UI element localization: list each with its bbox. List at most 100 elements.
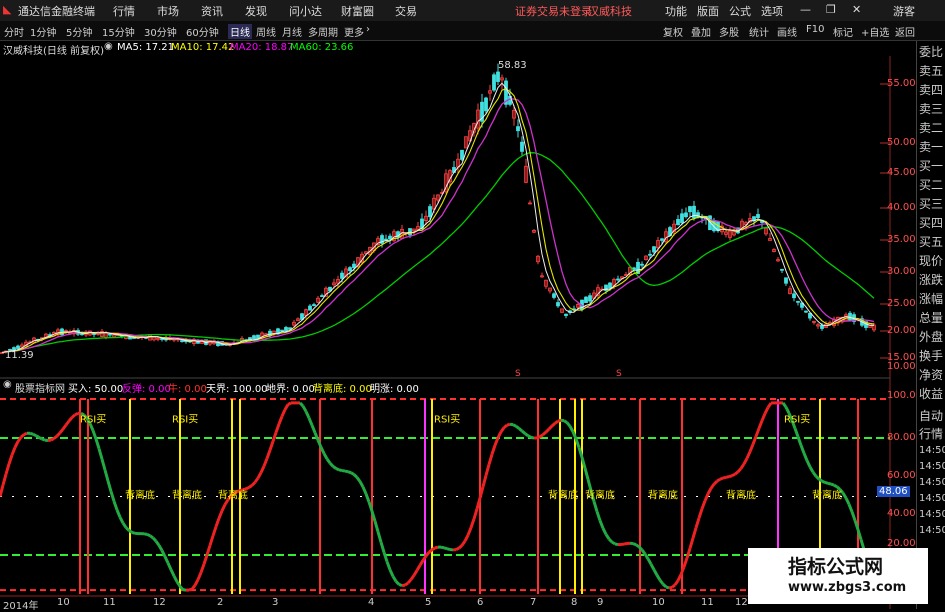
main-y-axis: 55.00 50.00 45.00 40.00 35.00 30.00 25.0… bbox=[887, 56, 917, 376]
menu-formula[interactable]: 公式 bbox=[729, 3, 751, 19]
period-60min[interactable]: 60分钟 bbox=[186, 24, 219, 39]
tick-time: 14:50 bbox=[919, 445, 945, 456]
period-multi[interactable]: 多周期 bbox=[308, 24, 338, 39]
date-tick: 10 bbox=[652, 597, 665, 608]
y-tick: 80.00 bbox=[887, 432, 916, 443]
panel-label: 总量 bbox=[919, 309, 943, 326]
divergence-label: 背离底 bbox=[585, 488, 615, 501]
indicator-annotations: RSI买RSI买RSI买RSI买背离底背离底背离底背离底背离底背离底背离底背离底 bbox=[80, 413, 842, 501]
menu-quotes[interactable]: 行情 bbox=[113, 3, 135, 19]
panel-label: 买三 bbox=[919, 195, 943, 212]
ma10-line bbox=[2, 89, 874, 353]
panel-label: 买四 bbox=[919, 214, 943, 231]
back-button[interactable]: 返回 bbox=[895, 24, 915, 39]
candlestick-series bbox=[1, 64, 876, 354]
y-tick: 35.00 bbox=[887, 234, 916, 245]
settings-circle-icon[interactable]: ◉ bbox=[104, 41, 113, 52]
date-tick: 7 bbox=[530, 597, 536, 608]
guest-label[interactable]: 游客 bbox=[893, 3, 915, 19]
add-watchlist-button[interactable]: +自选 bbox=[861, 24, 889, 39]
ma10-label: MA10: 17.42 bbox=[171, 42, 234, 53]
divergence-label: 背离底 bbox=[218, 488, 248, 501]
quote-side-panel: 委比 卖五 卖四 卖三 卖二 卖一 买一 买二 买三 买四 买五 现价 涨跌 涨… bbox=[916, 41, 945, 609]
period-30min[interactable]: 30分钟 bbox=[144, 24, 177, 39]
menu-ask[interactable]: 问小达 bbox=[289, 3, 322, 19]
period-weekly[interactable]: 周线 bbox=[256, 24, 276, 39]
date-tick: 3 bbox=[272, 597, 278, 608]
rsi-buy-label: RSI买 bbox=[80, 413, 106, 425]
period-1min[interactable]: 1分钟 bbox=[30, 24, 56, 39]
panel-label: 买一 bbox=[919, 157, 943, 174]
tick-time: 14:50 bbox=[919, 525, 945, 536]
period-monthly[interactable]: 月线 bbox=[282, 24, 302, 39]
adjust-button[interactable]: 复权 bbox=[663, 24, 683, 39]
ma20-label: MA20: 18.87 bbox=[230, 42, 293, 53]
panel-label: 净资 bbox=[919, 366, 943, 383]
panel-label: 卖五 bbox=[919, 62, 943, 79]
menu-discover[interactable]: 发现 bbox=[245, 3, 267, 19]
overlay-button[interactable]: 叠加 bbox=[691, 24, 711, 39]
chart-canvas[interactable]: 58.83 11.39 S S RSI买RSI买RSI买RSI买背离底背离底背离… bbox=[0, 56, 916, 609]
date-tick: 2014年 bbox=[3, 597, 38, 612]
y-tick: 20.00 bbox=[887, 325, 916, 336]
divergence-label: 背离底 bbox=[726, 488, 756, 501]
date-tick: 11 bbox=[103, 597, 116, 608]
price-high-label: 58.83 bbox=[498, 60, 527, 71]
tick-time: 14:50 bbox=[919, 461, 945, 472]
period-more[interactable]: 更多 bbox=[344, 24, 364, 39]
multi-stock-button[interactable]: 多股 bbox=[719, 24, 739, 39]
menu-trade[interactable]: 交易 bbox=[395, 3, 417, 19]
menu-news[interactable]: 资讯 bbox=[201, 3, 223, 19]
menu-function[interactable]: 功能 bbox=[665, 3, 687, 19]
indicator-y-axis: 100.0 80.00 60.00 40.00 20.00 48.06 bbox=[887, 390, 917, 550]
period-15min[interactable]: 15分钟 bbox=[102, 24, 135, 39]
minimize-icon[interactable]: — bbox=[800, 3, 811, 16]
period-intraday[interactable]: 分时 bbox=[4, 24, 24, 39]
login-notice[interactable]: 证券交易未登录 bbox=[515, 3, 592, 19]
mark-button[interactable]: 标记 bbox=[833, 24, 853, 39]
panel-label: 涨跌 bbox=[919, 271, 943, 288]
period-toolbar: 分时 1分钟 5分钟 15分钟 30分钟 60分钟 日线 周线 月线 多周期 更… bbox=[0, 21, 945, 41]
y-tick: 55.00 bbox=[887, 78, 916, 89]
main-chart-legend: 汉威科技(日线 前复权) ◉ MA5: 17.21 MA10: 17.42 MA… bbox=[0, 41, 890, 55]
menu-layout[interactable]: 版面 bbox=[697, 3, 719, 19]
menu-market[interactable]: 市场 bbox=[157, 3, 179, 19]
site-watermark: 指标公式网 www.zbgs3.com bbox=[748, 548, 928, 604]
panel-label: 卖二 bbox=[919, 119, 943, 136]
event-marker[interactable]: S bbox=[616, 369, 622, 379]
panel-label: 涨幅 bbox=[919, 290, 943, 307]
chart-gridlines bbox=[0, 56, 890, 609]
restore-icon[interactable]: ❐ bbox=[826, 3, 836, 16]
rsi-buy-label: RSI买 bbox=[172, 413, 198, 425]
panel-label[interactable]: 委比 bbox=[919, 43, 943, 60]
close-icon[interactable]: ✕ bbox=[852, 3, 861, 16]
panel-label: 卖四 bbox=[919, 81, 943, 98]
draw-line-button[interactable]: 画线 bbox=[777, 24, 797, 39]
y-tick: 100.0 bbox=[887, 390, 916, 401]
divergence-label: 背离底 bbox=[648, 488, 678, 501]
ma60-label: MA60: 23.66 bbox=[290, 42, 353, 53]
chevron-right-icon[interactable]: › bbox=[366, 24, 370, 35]
panel-label: 卖一 bbox=[919, 138, 943, 155]
panel-label: 买五 bbox=[919, 233, 943, 250]
menu-options[interactable]: 选项 bbox=[761, 3, 783, 19]
stats-button[interactable]: 统计 bbox=[749, 24, 769, 39]
divergence-label: 背离底 bbox=[812, 488, 842, 501]
rsi-buy-label: RSI买 bbox=[784, 413, 810, 425]
panel-label: 外盘 bbox=[919, 328, 943, 345]
auto-quote-toggle[interactable]: 自动 bbox=[919, 407, 943, 424]
auto-quote-toggle[interactable]: 行情 bbox=[919, 425, 943, 442]
date-tick: 8 bbox=[571, 597, 577, 608]
ma5-line bbox=[2, 83, 874, 352]
period-5min[interactable]: 5分钟 bbox=[66, 24, 92, 39]
event-marker[interactable]: S bbox=[515, 369, 521, 379]
current-stock-name: 汉威科技 bbox=[588, 3, 632, 19]
watermark-title: 指标公式网 bbox=[788, 552, 883, 579]
divergence-label: 背离底 bbox=[548, 488, 578, 501]
period-daily[interactable]: 日线 bbox=[228, 24, 252, 39]
menu-community[interactable]: 财富圈 bbox=[341, 3, 374, 19]
date-tick: 9 bbox=[597, 597, 603, 608]
ma60-line bbox=[2, 153, 874, 353]
f10-button[interactable]: F10 bbox=[806, 24, 824, 35]
y-tick: 25.00 bbox=[887, 298, 916, 309]
